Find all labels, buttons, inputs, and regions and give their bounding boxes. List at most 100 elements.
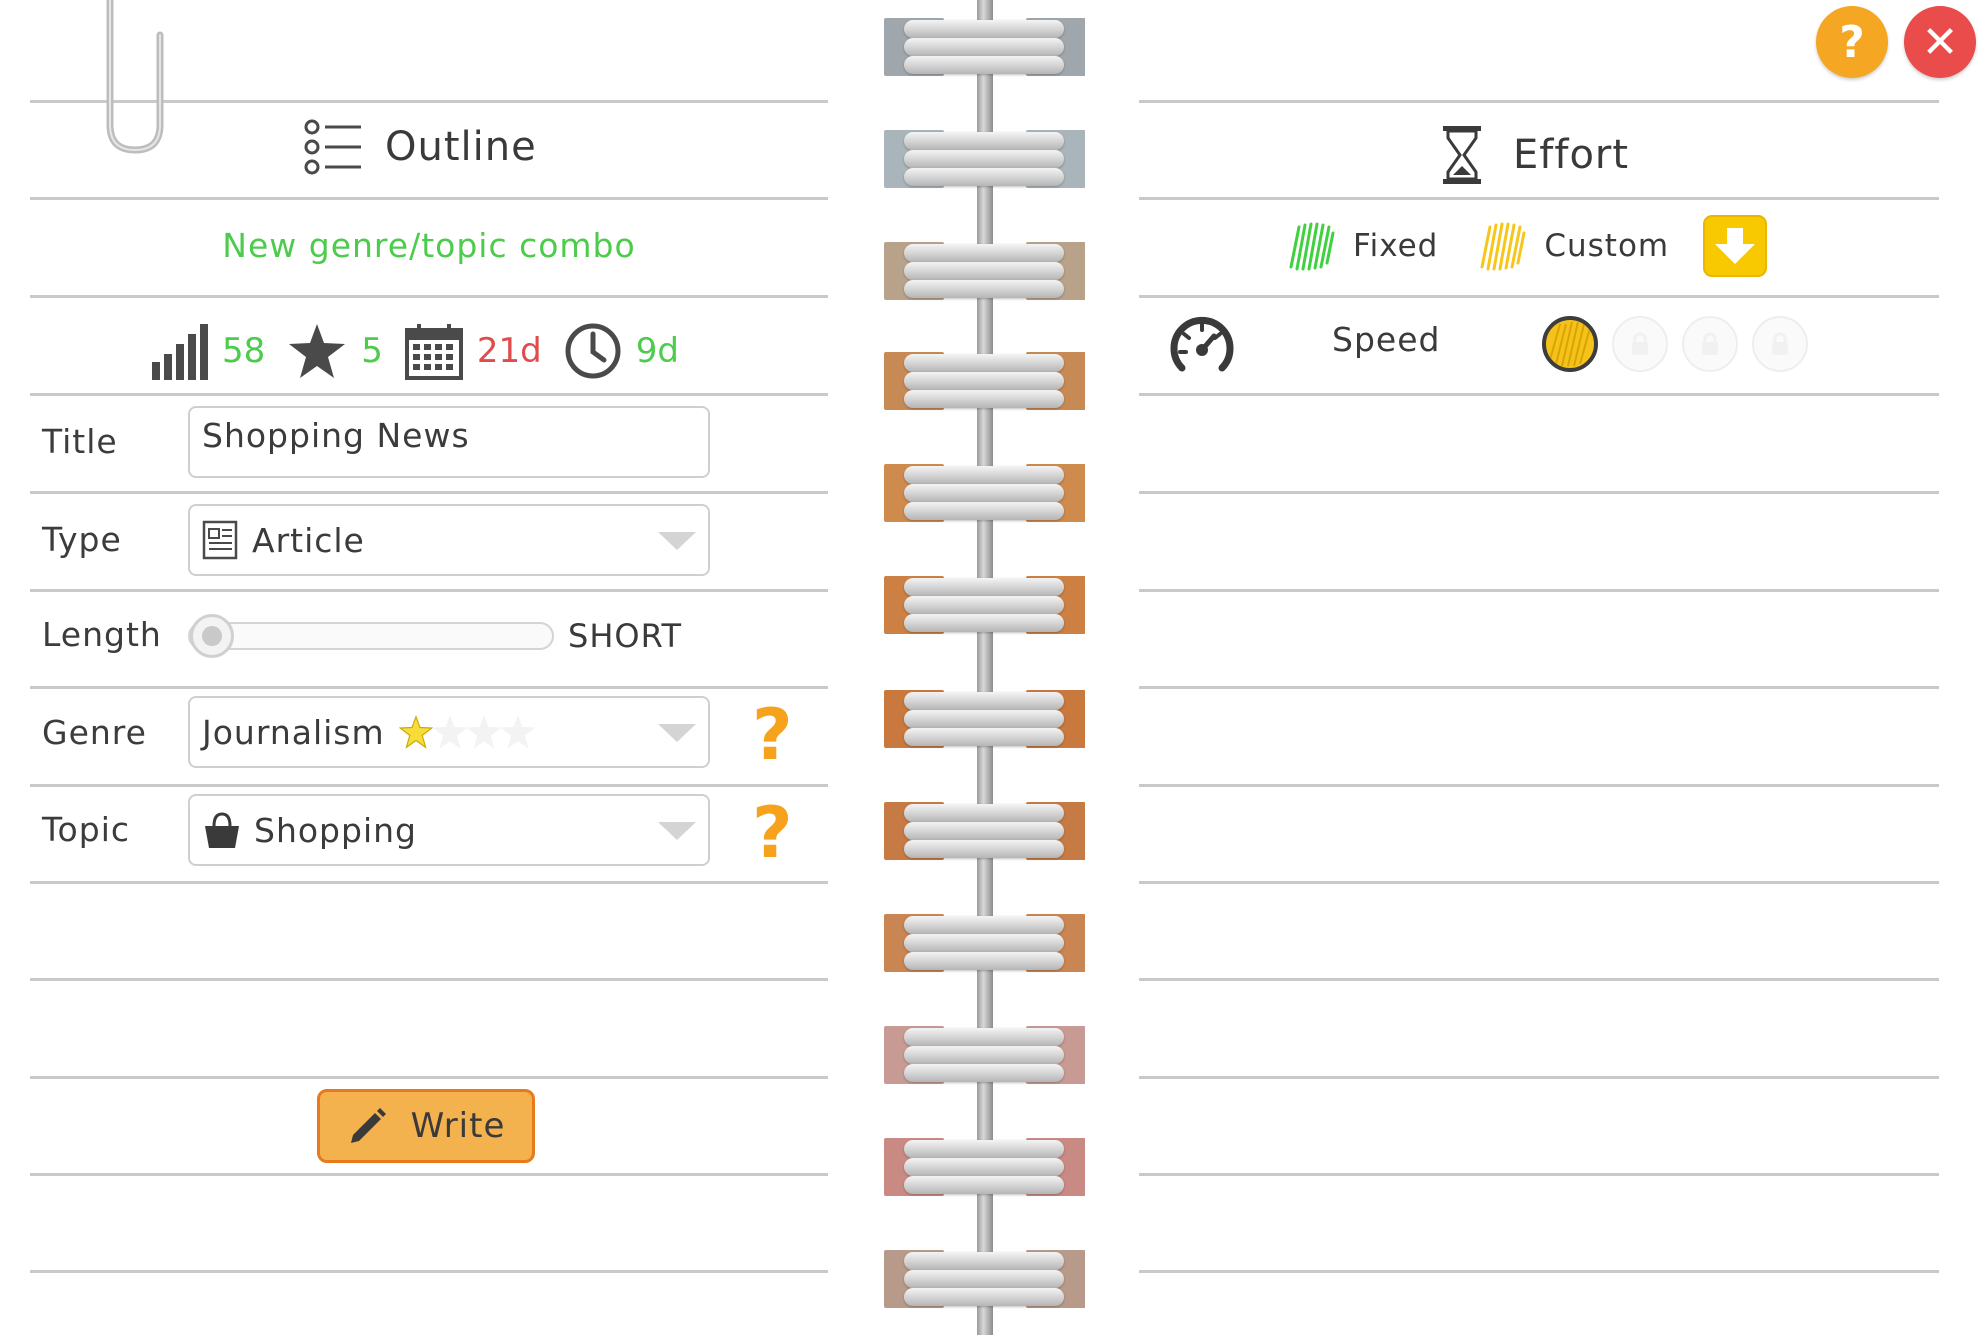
binding-ring [904,614,1064,632]
genre-label: Genre [42,713,147,752]
page-rule [30,1270,828,1273]
binding-tab [884,914,1086,972]
length-slider-track[interactable] [188,622,554,650]
speed-slot-locked [1682,316,1738,372]
pencil-icon [350,1108,386,1143]
download-preset-button[interactable] [1703,215,1768,277]
topic-dropdown[interactable]: Shopping [188,794,710,866]
binding-ring [904,1064,1064,1082]
page-rule [30,393,828,396]
topic-value: Shopping [254,810,417,850]
right-page [1085,0,1980,1335]
title-label: Title [42,422,118,461]
write-button[interactable]: Write [317,1089,535,1163]
page-rule [1139,881,1939,884]
binding-ring [904,56,1064,74]
binding-ring [904,38,1064,56]
length-slider-handle[interactable] [190,614,234,658]
page-rule [30,1173,828,1176]
binding-ring [904,596,1064,614]
binding-ring [904,372,1064,390]
binding-tab [884,690,1086,748]
left-page: Outline New genre/topic combo 58 5 21d 9… [0,0,885,1335]
custom-scribble-icon [1480,222,1526,271]
article-icon [202,520,240,560]
binding-ring [904,280,1064,298]
page-rule [1139,589,1939,592]
binding-ring [904,262,1064,280]
binding-ring [904,390,1064,408]
combo-status-text: New genre/topic combo [222,226,636,265]
speed-label: Speed [1332,320,1441,359]
binding-ring [904,1028,1064,1046]
page-rule [1139,978,1939,981]
binding-pole [977,0,993,1335]
binding-ring [904,150,1064,168]
effort-title: Effort [1513,132,1630,178]
binding-ring [904,1270,1064,1288]
page-rule [30,686,828,689]
page-rule [1139,1076,1939,1079]
page-rule [1139,393,1939,396]
close-button[interactable]: ✕ [1904,6,1976,78]
type-dropdown[interactable]: Article [188,504,710,576]
binding-ring [904,1046,1064,1064]
binding-tab [884,130,1086,188]
page-rule [1139,100,1939,103]
title-input-value: Shopping News [202,416,470,455]
star-empty-icon [466,715,501,749]
download-arrow-icon [1715,228,1756,264]
speed-slot-custom[interactable] [1542,316,1598,372]
binding-tab [884,352,1086,410]
binding-ring [904,728,1064,746]
binding-ring [904,1158,1064,1176]
genre-help-icon[interactable]: ? [752,700,793,770]
calendar-icon [404,324,463,380]
binding-ring [904,804,1064,822]
binding-ring [904,1140,1064,1158]
page-rule [1139,1270,1939,1273]
effort-legend: Fixed Custom [1285,214,1768,278]
binding-ring [904,578,1064,596]
length-value: SHORT [568,617,683,655]
length-label: Length [42,615,162,654]
topic-help-icon[interactable]: ? [752,798,793,868]
lock-icon [1772,332,1788,355]
bar-chart-icon [152,324,208,380]
outline-title: Outline [385,124,537,170]
help-button[interactable]: ? [1816,6,1888,78]
binding-ring [904,934,1064,952]
chevron-down-icon [658,532,696,550]
binding-tab [884,1250,1086,1308]
binding-ring [904,952,1064,970]
list-icon [304,119,361,175]
paperclip-icon [106,0,164,154]
binding-tab [884,1138,1086,1196]
lock-icon [1632,332,1648,355]
binding-ring [904,1252,1064,1270]
hourglass-icon [1443,126,1481,184]
binding-ring [904,168,1064,186]
binding-ring [904,132,1064,150]
custom-legend-label: Custom [1544,228,1670,264]
type-label: Type [42,520,122,559]
binding-tab [884,1026,1086,1084]
title-input[interactable]: Shopping News [188,406,710,478]
page-rule [1139,784,1939,787]
notebook-binding [884,0,1086,1335]
binding-ring [904,1176,1064,1194]
page-rule [1139,1173,1939,1176]
page-rule [1139,197,1939,200]
custom-scribble-icon [1549,321,1591,367]
binding-ring [904,916,1064,934]
binding-tab [884,18,1086,76]
binding-ring [904,1288,1064,1306]
chevron-down-icon [658,724,696,742]
binding-tab [884,802,1086,860]
binding-tab [884,242,1086,300]
speed-slot-locked [1612,316,1668,372]
binding-ring [904,502,1064,520]
star-empty-icon [432,715,467,749]
binding-ring [904,244,1064,262]
genre-dropdown[interactable]: Journalism [188,696,710,768]
